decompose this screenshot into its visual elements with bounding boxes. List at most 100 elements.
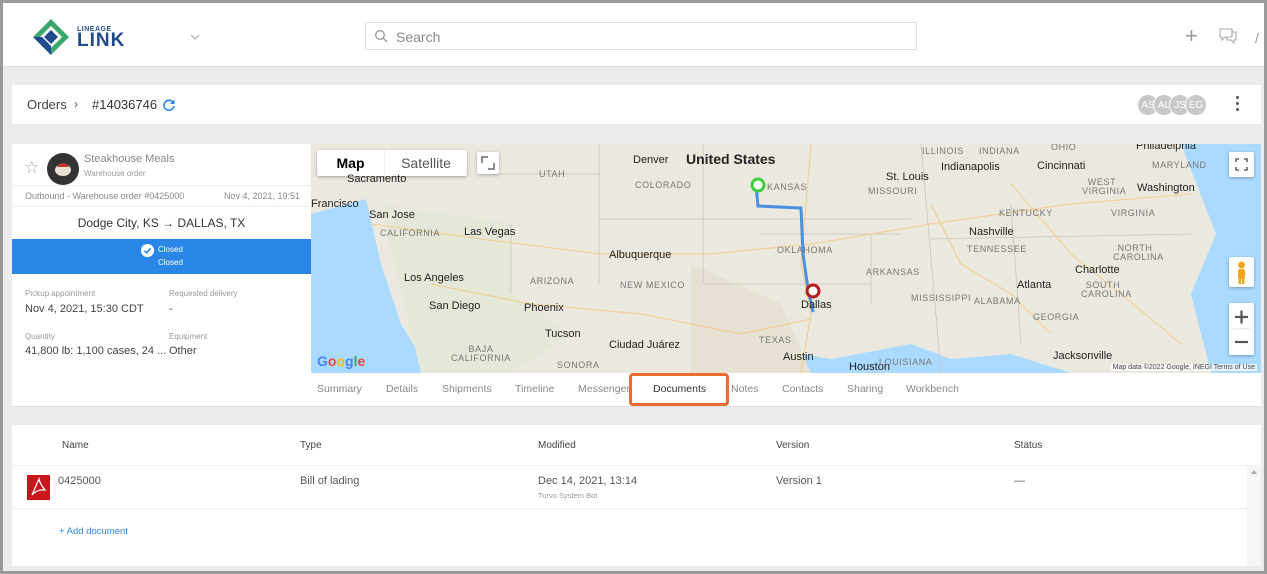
map-label-state: WEST VIRGINIA <box>1082 177 1127 196</box>
map-label-state: VIRGINIA <box>1111 208 1156 218</box>
map-label-state: TEXAS <box>759 335 792 345</box>
column-header-modified[interactable]: Modified <box>538 440 576 451</box>
map-label-city: Charlotte <box>1075 264 1120 276</box>
map-label-city: Dallas <box>801 299 832 311</box>
customer-logo <box>47 153 79 185</box>
order-date: Nov 4, 2021, 19:51 <box>223 191 300 201</box>
map-label-city: Philadelphia <box>1136 144 1196 152</box>
map-label-city: San Jose <box>369 209 415 221</box>
search-placeholder: Search <box>396 29 441 45</box>
map-label-state: OKLAHOMA <box>777 245 833 255</box>
map-label-city: San Diego <box>429 300 481 312</box>
equipment-value: Other <box>169 345 197 357</box>
map-label-city: Las Vegas <box>464 226 516 238</box>
document-type: Bill of lading <box>300 475 360 487</box>
map-label-state: COLORADO <box>635 180 692 190</box>
lineage-logo-icon[interactable] <box>31 17 71 57</box>
scrollbar[interactable] <box>1247 465 1261 566</box>
status-badge[interactable]: Closed Closed <box>12 239 311 274</box>
order-type: Warehouse order <box>84 169 146 178</box>
tab-timeline[interactable]: Timeline <box>515 383 554 395</box>
map-label-state: INDIANA <box>979 146 1020 156</box>
column-header-status[interactable]: Status <box>1014 440 1042 451</box>
map-label-state: ALABAMA <box>974 296 1021 306</box>
map-label-city: Tucson <box>545 328 581 340</box>
map-label-state: SONORA <box>557 360 600 370</box>
map-label-city: Austin <box>783 351 814 363</box>
map-label-state: OHIO <box>1051 144 1077 152</box>
chat-icon[interactable] <box>1219 28 1237 44</box>
search-input[interactable]: Search <box>365 22 917 50</box>
map-label-city: Nashville <box>969 226 1014 238</box>
pdf-file-icon <box>27 475 50 500</box>
map-label-state: UTAH <box>539 169 566 179</box>
document-name[interactable]: 0425000 <box>58 475 101 487</box>
street-view-icon[interactable] <box>1229 257 1254 287</box>
map-label-city: Albuquerque <box>609 249 672 261</box>
document-status: — <box>1014 475 1025 487</box>
fullscreen-icon[interactable] <box>477 152 499 174</box>
google-logo: Google <box>317 353 366 369</box>
app-window: LINEAGE LINK Search + / Orders › #140367… <box>0 0 1267 574</box>
equipment-label: Equipment <box>169 332 208 341</box>
status-text: Closed <box>158 245 183 254</box>
delivery-label: Requested delivery <box>169 289 238 298</box>
map-label-city: Phoenix <box>524 302 564 314</box>
map-label-city: Indianapolis <box>941 161 1000 173</box>
tab-workbench[interactable]: Workbench <box>906 383 959 395</box>
breadcrumb-separator: › <box>74 97 78 111</box>
refresh-icon[interactable] <box>162 98 176 112</box>
tab-messenger[interactable]: Messenger <box>578 383 630 395</box>
route-map[interactable]: Map Satellite United States Denver St. L… <box>311 144 1261 373</box>
star-icon[interactable]: ☆ <box>24 158 39 178</box>
map-label-city: Los Angeles <box>404 272 464 284</box>
tab-contacts[interactable]: Contacts <box>782 383 823 395</box>
map-fullscreen-icon[interactable] <box>1229 152 1254 177</box>
more-options-icon[interactable] <box>1233 96 1241 114</box>
map-attribution[interactable]: Map data ©2022 Google, INEGI Terms of Us… <box>1110 364 1257 371</box>
document-modified-by: Turvo System Bot <box>538 491 598 500</box>
quantity-label: Quantity <box>25 332 55 341</box>
column-header-type[interactable]: Type <box>300 440 322 451</box>
map-label-city: Sacramento <box>347 173 407 185</box>
map-label-state: ARIZONA <box>530 276 575 286</box>
search-icon <box>375 30 388 43</box>
tab-shipments[interactable]: Shipments <box>442 383 492 395</box>
status-subtext: Closed <box>158 258 183 267</box>
check-icon <box>141 244 154 257</box>
map-label-state: MARYLAND <box>1152 160 1207 170</box>
map-label-state: GEORGIA <box>1033 312 1080 322</box>
order-line: Outbound - Warehouse order #0425000 <box>25 191 185 201</box>
documents-table: Name Type Modified Version Status 042500… <box>12 425 1261 566</box>
chevron-down-icon[interactable] <box>188 30 202 44</box>
tab-details[interactable]: Details <box>386 383 418 395</box>
zoom-control <box>1229 303 1254 355</box>
map-label-state: SOUTH CAROLINA <box>1081 280 1132 299</box>
tab-summary[interactable]: Summary <box>317 383 362 395</box>
zoom-in-icon[interactable] <box>1235 310 1248 324</box>
column-header-version[interactable]: Version <box>776 440 809 451</box>
map-label-city: Cincinnati <box>1037 160 1086 172</box>
logo-text: LINK <box>77 30 126 51</box>
map-label-state: NORTH CAROLINA <box>1113 243 1164 262</box>
add-icon[interactable]: + <box>1185 25 1198 47</box>
map-label-state: NEW MEXICO <box>620 280 686 290</box>
avatar[interactable]: EG <box>1185 94 1207 116</box>
map-label-city: Washington <box>1137 182 1195 194</box>
table-row[interactable]: 0425000 Bill of lading Dec 14, 2021, 13:… <box>12 465 1247 509</box>
add-document-link[interactable]: + Add document <box>59 526 128 537</box>
more-icon[interactable]: / <box>1255 30 1261 46</box>
column-header-name[interactable]: Name <box>62 440 89 451</box>
map-label-country: United States <box>686 151 776 167</box>
tab-notes[interactable]: Notes <box>731 383 758 395</box>
order-tabs: Summary Details Shipments Timeline Messe… <box>12 373 1261 407</box>
map-label-state: MISSISSIPPI <box>911 293 972 303</box>
breadcrumb: Orders › #14036746 AS AL JS EG <box>12 85 1261 125</box>
tab-sharing[interactable]: Sharing <box>847 383 883 395</box>
customer-name[interactable]: Steakhouse Meals <box>84 153 175 165</box>
document-modified: Dec 14, 2021, 13:14 <box>538 475 638 487</box>
map-label-city: Atlanta <box>1017 279 1052 291</box>
breadcrumb-orders[interactable]: Orders <box>27 97 67 112</box>
route: Dodge City, KS → DALLAS, TX <box>77 216 246 230</box>
map-label-state: ILLINOIS <box>922 146 964 156</box>
